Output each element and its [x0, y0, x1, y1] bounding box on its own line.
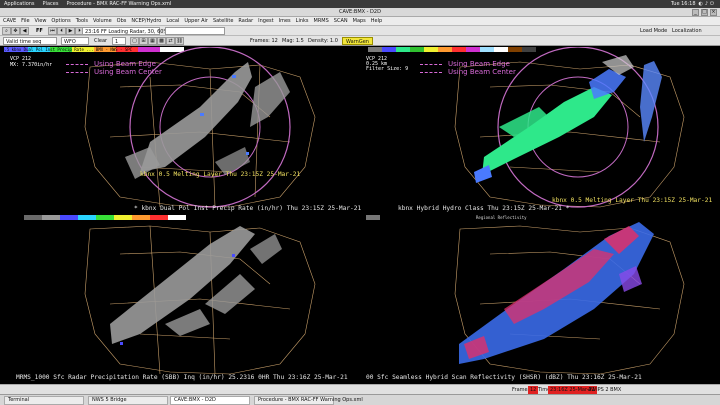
pane-seamless-reflectivity[interactable]: Regional Reflectivity 00 Sfc Seamless Hy… — [364, 214, 720, 383]
loop-icons[interactable]: ⏮ ⏴ ▶ ⏵ — [48, 27, 84, 35]
valid-time-dropdown[interactable]: Valid time seq — [3, 37, 57, 45]
menu-item-options[interactable]: Options — [51, 18, 70, 24]
product-caption: * kbnx Dual Pol Inst Precip Rate (in/hr)… — [134, 205, 362, 212]
product-caption: 00 Sfc Seamless Hybrid Scan Reflectivity… — [366, 374, 642, 381]
taskbar-item-nws-bridge[interactable]: NWS 5 Bridge — [88, 396, 168, 405]
load-mode-button[interactable]: Load Mode — [640, 27, 667, 35]
pane-dualpol-precip-rate[interactable]: 0.5 kbnx Dual Pol Inst Precip Rate ... B… — [0, 47, 364, 214]
map-mrms-precip — [24, 215, 316, 375]
colorbar-reflectivity — [366, 215, 380, 220]
pane-mrms-precip-rate[interactable]: MRMS_1000 Sfc Radar Precipitation Rate (… — [0, 214, 364, 383]
colorbar-hydro — [368, 47, 536, 52]
map-reflectivity — [366, 215, 685, 375]
hydro-east-band — [640, 61, 662, 142]
time-dropdown[interactable] — [165, 27, 225, 35]
precip-echoes — [125, 62, 290, 179]
beam-center-legend: Using Beam Center — [66, 68, 162, 76]
window-title: CAVE:BMX - D2D — [339, 9, 381, 15]
map-hydro-class — [368, 47, 685, 208]
menu-item-view[interactable]: View — [35, 18, 47, 24]
grid-1x1-icon: ▢ — [130, 37, 139, 45]
product-caption: MRMS_1000 Sfc Radar Precipitation Rate (… — [16, 374, 348, 381]
applications-menu[interactable]: Applications — [4, 1, 35, 7]
menu-item-upper-air[interactable]: Upper Air — [184, 18, 208, 24]
menu-item-imes[interactable]: Imes — [279, 18, 291, 24]
window-titlebar[interactable]: CAVE:BMX - D2D _ □ × — [0, 8, 720, 17]
menu-item-ncep-hydro[interactable]: NCEP/Hydro — [131, 18, 161, 24]
menu-bar: CAVE File View Options Tools Volume Obs NCEP/Hy… — [0, 17, 720, 26]
mag-selector[interactable]: Mag: 1.5 — [282, 37, 304, 45]
max-rate-label: MX: 7.370in/hr — [10, 62, 53, 68]
menu-item-tools[interactable]: Tools — [76, 18, 88, 24]
beam-center-legend: Using Beam Center — [420, 68, 516, 76]
pane-header: Regional Reflectivity — [476, 215, 527, 220]
frames-selector[interactable]: Frames: 12 — [250, 37, 278, 45]
menu-item-mrms[interactable]: MRMS — [314, 18, 329, 24]
filter-size-label: Filter Size: 9 — [366, 66, 409, 72]
beam-edge-legend: Using Beam Edge — [66, 60, 156, 68]
prev-frame-icon: ⏴ — [57, 27, 66, 35]
grid-2x2-icon: ⊞ — [139, 37, 148, 45]
menu-item-obs[interactable]: Obs — [117, 18, 127, 24]
system-tray-icons[interactable]: ◐♪⏻ — [698, 1, 716, 7]
menu-item-file[interactable]: File — [21, 18, 29, 24]
menu-item-ingest[interactable]: Ingest — [258, 18, 273, 24]
pan-icon: ✥ — [11, 27, 20, 35]
system-bar: Applications Places Procedure - BMX RAC-… — [0, 0, 720, 8]
toolbar-main: ⌕ ✥ ◀ FF ⏮ ⏴ ▶ ⏵ 23:16 FF Loading Radar, 30, … — [0, 26, 720, 36]
beam-edge-legend: Using Beam Edge — [420, 60, 510, 68]
toolbar-secondary: Valid time seq WFO Clear 1 ▢ ⊞ ▦ ▩ ⇄ ⛓ Frames… — [0, 36, 720, 46]
pane-header: 0.5 kbnx Dual Pol Inst Precip Rate ... B… — [2, 47, 133, 52]
toolbar-tool-icons[interactable]: ⌕ ✥ ◀ — [2, 27, 29, 35]
menu-item-radar[interactable]: Radar — [238, 18, 253, 24]
minimize-icon[interactable]: _ — [692, 9, 699, 16]
mrms-echoes — [110, 226, 282, 344]
grid-4x4-icon: ▩ — [157, 37, 166, 45]
taskbar-item-cave[interactable]: CAVE:BMX - D2D — [170, 396, 250, 405]
melting-layer-caption: kbnx 0.5 Melting Layer Thu 23:15Z 25-Mar… — [552, 197, 713, 204]
link-panes-icon: ⛓ — [175, 37, 184, 45]
hydro-echoes — [482, 87, 612, 175]
menu-item-local[interactable]: Local — [166, 18, 179, 24]
maximize-icon[interactable]: □ — [701, 9, 708, 16]
taskbar-item-terminal[interactable]: Terminal — [4, 396, 84, 405]
clear-button[interactable]: Clear — [94, 37, 107, 45]
taskbar-item-procedure[interactable]: Procedure - BMX RAC-FF Warning Ops.xml — [254, 396, 363, 405]
play-icon: ▶ — [66, 27, 75, 35]
product-caption: kbnx Hybrid Hydro Class Thu 23:15Z 25-Ma… — [398, 205, 570, 212]
melting-layer-caption: kbnx 0.5 Melting Layer Thu 23:15Z 25-Mar… — [140, 171, 301, 178]
menu-item-links[interactable]: Links — [296, 18, 309, 24]
system-clock: Tue 16:18 — [671, 1, 696, 7]
loading-status-field: 23:16 FF Loading Radar, 30, 60% — [82, 27, 168, 35]
ff-label[interactable]: FF — [36, 27, 43, 35]
page-field[interactable]: 1 — [112, 37, 126, 45]
first-frame-icon: ⏮ — [48, 27, 57, 35]
menu-item-cave[interactable]: CAVE — [3, 18, 16, 24]
close-icon[interactable]: × — [710, 9, 717, 16]
layout-buttons[interactable]: ▢ ⊞ ▦ ▩ ⇄ ⛓ — [130, 37, 184, 45]
pane-hybrid-hydro-class[interactable]: VCP 212 0.25 km Filter Size: 9 Using Bea… — [364, 47, 720, 214]
procedure-window-label[interactable]: Procedure - BMX RAC-FF Warning Ops.xml — [66, 1, 171, 7]
step-back-icon: ◀ — [20, 27, 29, 35]
zoom-icon: ⌕ — [2, 27, 11, 35]
localization-button[interactable]: Localization — [672, 27, 702, 35]
swap-panes-icon: ⇄ — [166, 37, 175, 45]
wfo-dropdown[interactable]: WFO — [61, 37, 89, 45]
map-dualpol-precip — [4, 47, 316, 208]
grid-3x3-icon: ▦ — [148, 37, 157, 45]
menu-item-scan[interactable]: SCAN — [334, 18, 348, 24]
mode-indicator: AWIPS 2 BMX — [588, 387, 622, 393]
menu-item-volume[interactable]: Volume — [93, 18, 112, 24]
frames-count: 12 — [528, 386, 539, 394]
warngen-button[interactable]: WarnGen — [342, 37, 373, 45]
menu-item-help[interactable]: Help — [371, 18, 382, 24]
status-bar: Frames: 12 Time: 23:16Z 25-Mar-21 AWIPS … — [0, 384, 720, 394]
reflectivity-echoes — [459, 222, 654, 364]
density-selector[interactable]: Density: 1.0 — [308, 37, 338, 45]
taskbar: Terminal NWS 5 Bridge CAVE:BMX - D2D Pro… — [0, 394, 720, 405]
menu-item-satellite[interactable]: Satellite — [213, 18, 233, 24]
colorbar-mrms — [24, 215, 186, 220]
places-menu[interactable]: Places — [43, 1, 59, 7]
menu-item-maps[interactable]: Maps — [353, 18, 366, 24]
